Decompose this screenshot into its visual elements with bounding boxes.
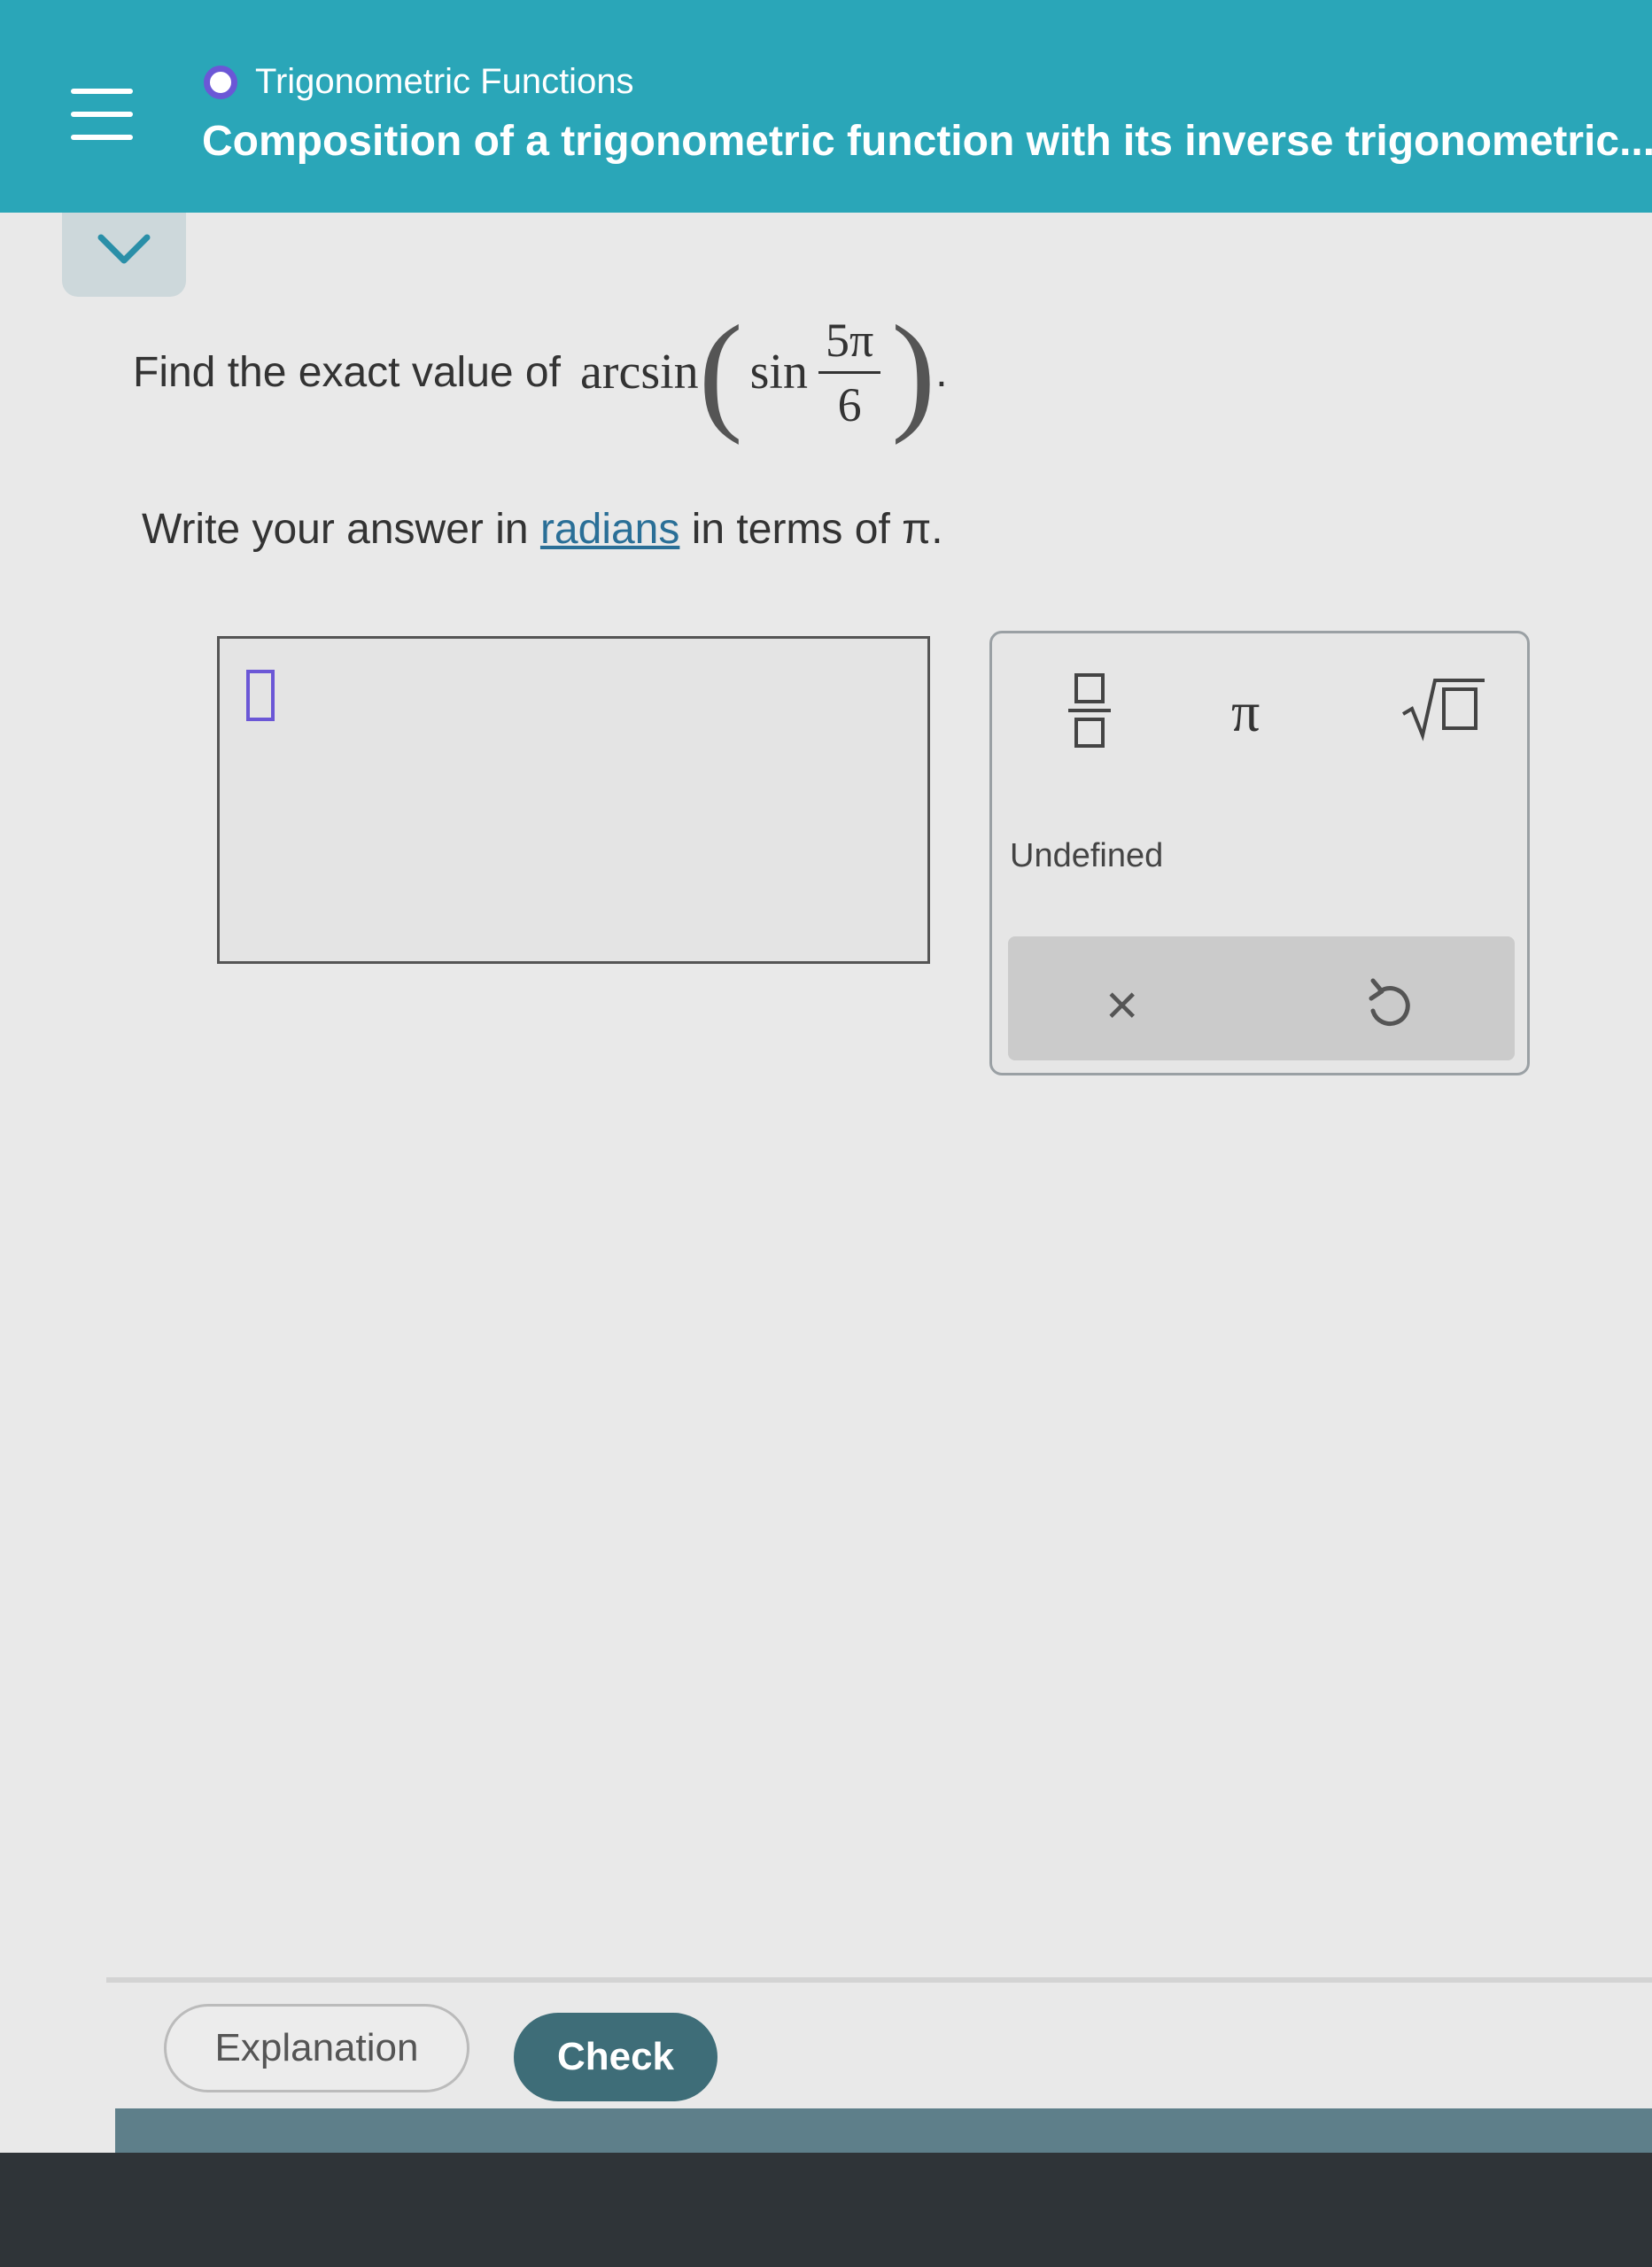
instruction-before: Write your answer in: [142, 506, 529, 553]
undefined-key[interactable]: Undefined: [1010, 837, 1163, 875]
fraction-denominator: 6: [837, 377, 862, 431]
explanation-button[interactable]: Explanation: [164, 2004, 469, 2092]
page: Trigonometric Functions Composition of a…: [0, 0, 1652, 2153]
lesson-subtitle: Composition of a trigonometric function …: [202, 118, 1652, 165]
fraction-key[interactable]: [1063, 673, 1116, 762]
progress-circle-icon: [204, 65, 237, 99]
topic-title: Trigonometric Functions: [255, 62, 634, 101]
sqrt-key[interactable]: [1400, 673, 1488, 744]
pi-key[interactable]: π: [1231, 679, 1260, 745]
footer-divider: [106, 1977, 1652, 1983]
menu-icon[interactable]: [71, 89, 133, 140]
header-bar: Trigonometric Functions Composition of a…: [0, 0, 1652, 213]
topic-row: Trigonometric Functions: [204, 62, 634, 102]
input-cursor-placeholder: [246, 670, 275, 721]
question-text: Find the exact value of arcsin ( sin 5π …: [133, 306, 948, 439]
instruction-text: Write your answer in radians in terms of…: [142, 505, 943, 554]
collapse-toggle[interactable]: [62, 213, 186, 297]
instruction-after: in terms of π.: [691, 506, 943, 553]
check-button[interactable]: Check: [514, 2013, 717, 2101]
undo-icon: [1369, 978, 1410, 1027]
clear-button[interactable]: ×: [1105, 972, 1138, 1037]
bottom-strip: [115, 2108, 1652, 2153]
outer-function: arcsin: [579, 345, 699, 400]
radians-link[interactable]: radians: [540, 506, 679, 553]
right-paren: ): [891, 299, 936, 446]
answer-input[interactable]: [217, 636, 930, 964]
question-suffix: .: [935, 348, 948, 396]
square-root-icon: [1401, 679, 1485, 741]
question-prefix: Find the exact value of: [133, 348, 561, 396]
left-paren: (: [698, 299, 743, 446]
fraction-numerator: 5π: [818, 313, 881, 374]
chevron-down-icon: [97, 234, 151, 264]
fraction: 5π 6: [818, 313, 881, 432]
undo-button[interactable]: [1362, 972, 1415, 1038]
inner-function: sin: [749, 345, 808, 400]
keypad-action-bar: ×: [1008, 936, 1515, 1060]
math-keypad: π Undefined ×: [989, 631, 1530, 1075]
